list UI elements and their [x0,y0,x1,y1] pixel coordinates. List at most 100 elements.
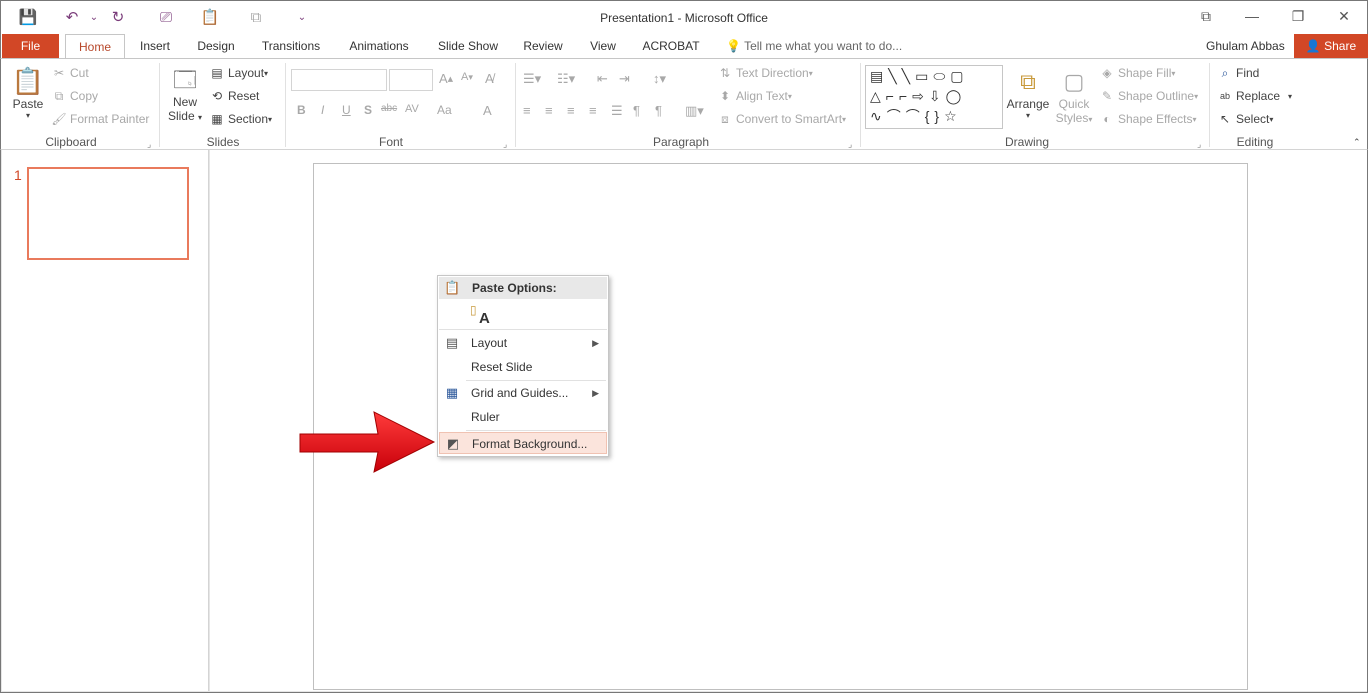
increase-indent-icon[interactable]: ⇥ [619,71,630,87]
minimize-icon[interactable]: — [1237,5,1267,27]
paste-keep-text-icon: A [479,310,490,327]
menu-item-layout[interactable]: ▤ Layout ▶ [439,332,607,354]
menu-item-format-background[interactable]: ◩ Format Background... [439,432,607,454]
justify-icon[interactable]: ≡ [589,103,597,118]
align-center-icon[interactable]: ≡ [545,103,553,118]
strikethrough-button[interactable]: abc [381,103,397,114]
paste-label: Paste [12,97,44,111]
tab-review[interactable]: Review [517,34,569,58]
clipboard-launcher-icon[interactable]: ⌟ [147,139,151,150]
shrink-font-icon[interactable]: A ▾ [461,71,473,83]
tab-insert[interactable]: Insert [131,34,179,58]
bold-button[interactable]: B [297,103,306,117]
slide-number: 1 [14,167,22,183]
pen-icon: ✎ [1101,89,1113,103]
drawing-launcher-icon[interactable]: ⌟ [1197,139,1201,150]
arrange-label: Arrange [1006,97,1050,111]
font-launcher-icon[interactable]: ⌟ [503,139,507,150]
ribbon-display-icon[interactable]: ⧉ [1191,5,1221,27]
red-arrow-annotation [299,411,436,473]
copy-button[interactable]: ⧉ Copy [51,88,98,104]
replace-button[interactable]: ab Replace ▾ [1217,88,1292,104]
menu-item-grid-guides[interactable]: ▦ Grid and Guides... ▶ [439,382,607,404]
tab-view[interactable]: View [583,34,623,58]
menu-separator [466,380,606,381]
char-spacing-button[interactable]: AV [405,103,419,115]
arrange-button[interactable]: ⧉ Arrange ▾ [1005,67,1051,120]
cursor-icon: ↖ [1219,112,1231,126]
shape-fill-button[interactable]: ◈ Shape Fill ▾ [1099,65,1175,81]
tab-home[interactable]: Home [65,34,125,59]
restore-icon[interactable]: ❐ [1283,5,1313,27]
font-name-select[interactable] [291,69,387,91]
close-icon[interactable]: ✕ [1329,5,1359,27]
select-button[interactable]: ↖ Select ▾ [1217,111,1273,127]
paste-button[interactable]: 📋 Paste ▾ [11,65,45,120]
share-label: Share [1324,39,1357,53]
ltr-icon[interactable]: ¶ [655,103,662,118]
thumbnail-pane: 1 [2,150,209,691]
share-button[interactable]: 👤 Share [1294,34,1368,58]
text-direction-label: Text Direction [736,66,809,80]
shape-outline-label: Shape Outline [1118,89,1195,103]
chevron-down-icon: ▾ [787,91,792,101]
align-left-icon[interactable]: ≡ [523,103,531,118]
layout-button[interactable]: ▤ Layout ▾ [209,65,268,81]
menu-item-ruler[interactable]: Ruler [439,406,607,428]
rtl-icon[interactable]: ¶ [633,103,640,118]
grow-font-icon[interactable]: A ▴ [439,71,453,86]
line-spacing-icon[interactable]: ↕▾ [653,71,666,87]
find-button[interactable]: ⌕ Find [1217,65,1260,81]
shadow-button[interactable]: S [364,103,372,117]
person-icon: 👤 [1305,39,1321,53]
shape-effects-button[interactable]: ◐ Shape Effects ▾ [1099,111,1197,127]
paste-keep-text-button[interactable]: A ▯ [468,303,492,327]
underline-button[interactable]: U [342,103,351,117]
numbering-icon[interactable]: ☷▾ [557,71,575,87]
font-color-button[interactable]: A [483,103,492,118]
replace-label: Replace [1236,89,1281,103]
collapse-ribbon-icon[interactable]: ⌃ [1353,137,1361,148]
tab-transitions[interactable]: Transitions [255,34,327,58]
tab-file[interactable]: File [2,34,59,58]
align-text-button[interactable]: ⬍ Align Text ▾ [717,88,792,104]
chevron-down-icon: ▾ [1192,114,1197,124]
copy-label: Copy [70,89,99,103]
user-name[interactable]: Ghulam Abbas [1206,34,1285,58]
clipboard-icon: 📋 [444,280,461,295]
menu-item-reset-slide[interactable]: Reset Slide [439,356,607,378]
tab-acrobat[interactable]: ACROBAT [637,34,705,58]
section-button[interactable]: ▦ Section ▾ [209,111,272,127]
bullets-icon[interactable]: ☰▾ [523,71,541,87]
shape-outline-button[interactable]: ✎ Shape Outline ▾ [1099,88,1198,104]
reset-icon: ⟲ [211,89,223,103]
reset-button[interactable]: ⟲ Reset [209,88,259,104]
quick-styles-icon: ▢ [1063,69,1085,94]
convert-smartart-button[interactable]: ⧈ Convert to SmartArt ▾ [717,111,846,127]
columns-icon[interactable]: ▥▾ [685,103,704,119]
text-direction-button[interactable]: ⇅ Text Direction ▾ [717,65,813,81]
italic-button[interactable]: I [321,103,324,117]
slide-thumbnail[interactable] [27,167,189,260]
drawing-group-label: Drawing [1004,135,1049,149]
grid-icon: ▦ [445,385,459,400]
format-painter-button[interactable]: 🖌 Format Painter [51,111,149,127]
align-right-icon[interactable]: ≡ [567,103,575,118]
cut-button[interactable]: ✂ Cut [51,65,89,81]
change-case-button[interactable]: Aa [437,103,452,117]
shapes-gallery[interactable]: ▤╲╲▭⬭▢ △⌐⌐⇨⇩◯ ∿⌒⌒{}☆ [865,65,1003,129]
font-group-label: Font [378,135,403,149]
tell-me-search[interactable]: 💡 Tell me what you want to do... [726,34,902,58]
tab-animations[interactable]: Animations [341,34,417,58]
paragraph-launcher-icon[interactable]: ⌟ [848,139,852,150]
font-size-select[interactable] [389,69,433,91]
new-slide-button[interactable]: 🗔 New Slide ▾ [167,65,203,123]
distributed-icon[interactable]: ☰ [611,103,623,119]
clear-format-icon[interactable]: A̸ [485,71,494,86]
decrease-indent-icon[interactable]: ⇤ [597,71,608,87]
tab-slide-show[interactable]: Slide Show [431,34,505,58]
paste-options-label: Paste Options: [472,281,557,295]
quick-styles-button[interactable]: ▢ Quick Styles▾ [1053,67,1095,125]
tab-design[interactable]: Design [191,34,241,58]
smartart-icon: ⧈ [721,112,729,126]
